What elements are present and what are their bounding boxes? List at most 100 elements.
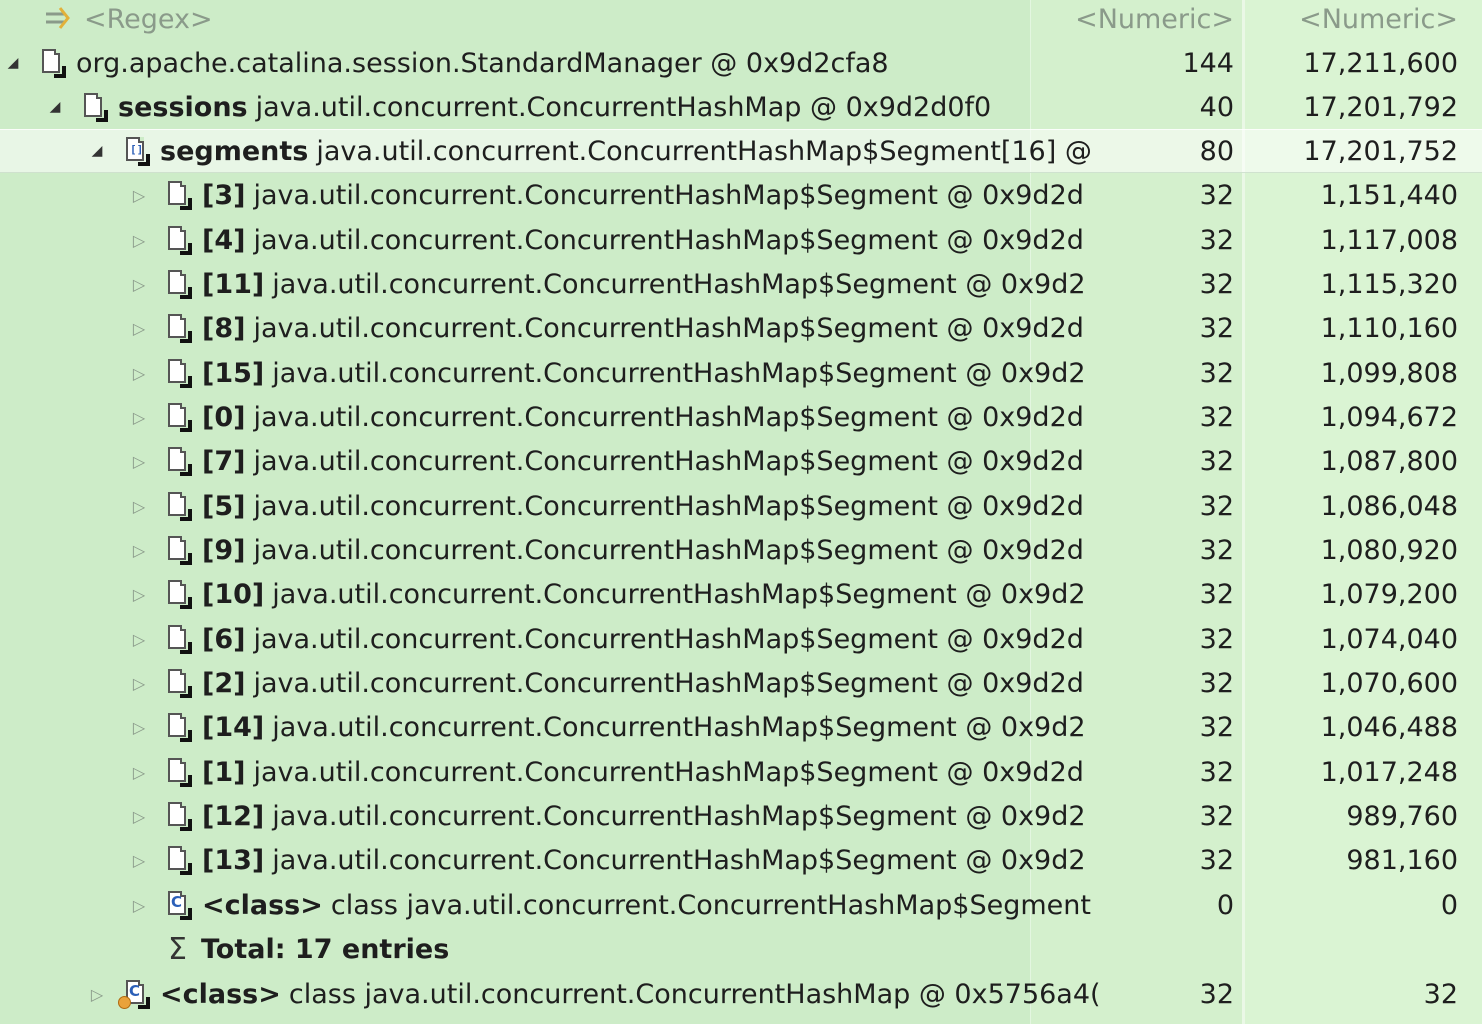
object-doc-icon (82, 92, 108, 122)
name-filter-cell[interactable]: <Regex> (0, 0, 1070, 41)
shallow-heap: 32 (1199, 844, 1234, 876)
retained-heap: 1,117,008 (1320, 224, 1458, 256)
retained-heap: 1,080,920 (1320, 534, 1458, 566)
expand-toggle[interactable]: ▷ (128, 406, 150, 428)
tree-row[interactable]: ▷ C <class> class java.util.concurrent.C… (0, 972, 1482, 1016)
tree-row[interactable]: ▷ [7] java.util.concurrent.ConcurrentHas… (0, 439, 1482, 483)
tree-row[interactable]: ◢ sessions java.util.concurrent.Concurre… (0, 85, 1482, 129)
shallow-heap: 32 (1199, 490, 1234, 522)
shallow-heap: 0 (1216, 889, 1234, 921)
expand-toggle[interactable]: ▷ (86, 983, 108, 1005)
array-index: [7] (202, 445, 246, 477)
array-index: [2] (202, 667, 246, 699)
expand-toggle[interactable]: ▷ (128, 761, 150, 783)
object-doc-icon (166, 180, 192, 210)
tree-row[interactable]: ▷ [3] java.util.concurrent.ConcurrentHas… (0, 173, 1482, 217)
tree-row[interactable]: ▷ [0] java.util.concurrent.ConcurrentHas… (0, 395, 1482, 439)
tree-row[interactable]: ▷ [14] java.util.concurrent.ConcurrentHa… (0, 705, 1482, 749)
row-label: class java.util.concurrent.ConcurrentHas… (288, 978, 1101, 1010)
object-doc-icon (166, 535, 192, 565)
retained-heap: 1,074,040 (1320, 623, 1458, 655)
expand-toggle[interactable]: ▷ (128, 894, 150, 916)
tree-row[interactable]: ▷ [12] java.util.concurrent.ConcurrentHa… (0, 794, 1482, 838)
tree-row[interactable]: ▷ C <class> class java.util.concurrent.C… (0, 883, 1482, 927)
expand-toggle[interactable]: ▷ (128, 273, 150, 295)
retained-heap: 1,110,160 (1320, 312, 1458, 344)
row-label: java.util.concurrent.ConcurrentHashMap$S… (272, 357, 1086, 389)
tree-row[interactable]: ▷ [13] java.util.concurrent.ConcurrentHa… (0, 838, 1482, 882)
expand-toggle[interactable]: ▷ (128, 805, 150, 827)
array-index: [6] (202, 623, 246, 655)
collapse-toggle[interactable]: ◢ (44, 96, 66, 118)
retained-heap: 32 (1423, 978, 1458, 1010)
expand-toggle[interactable]: ▷ (128, 583, 150, 605)
row-label: java.util.concurrent.ConcurrentHashMap$S… (253, 401, 1084, 433)
array-index: [0] (202, 401, 246, 433)
expand-toggle[interactable]: ▷ (128, 450, 150, 472)
collapse-toggle[interactable]: ◢ (2, 52, 24, 74)
shallow-heap: 32 (1199, 711, 1234, 743)
array-index: [8] (202, 312, 246, 344)
row-label: java.util.concurrent.ConcurrentHashMap$S… (253, 445, 1084, 477)
retained-heap: 1,151,440 (1320, 179, 1458, 211)
retained-filter-input[interactable]: <Numeric> (1242, 0, 1458, 41)
expand-toggle[interactable]: ▷ (128, 672, 150, 694)
name-filter-input[interactable]: <Regex> (84, 4, 213, 35)
array-index: [5] (202, 490, 246, 522)
expand-toggle[interactable]: ▷ (128, 849, 150, 871)
tree-row[interactable]: ▷ [9] java.util.concurrent.ConcurrentHas… (0, 528, 1482, 572)
object-doc-icon (166, 358, 192, 388)
expand-toggle[interactable]: ▷ (128, 317, 150, 339)
expand-toggle[interactable]: ▷ (128, 362, 150, 384)
expand-toggle[interactable]: ▷ (128, 229, 150, 251)
tree-row[interactable]: ▷ [1] java.util.concurrent.ConcurrentHas… (0, 750, 1482, 794)
array-index: [10] (202, 578, 265, 610)
retained-heap: 17,201,752 (1303, 135, 1458, 167)
class-doc-icon: C (118, 979, 150, 1009)
array-index: [15] (202, 357, 265, 389)
retained-heap: 17,211,600 (1303, 47, 1458, 79)
tree-row[interactable]: ◢ org.apache.catalina.session.StandardMa… (0, 41, 1482, 85)
shallow-filter-input[interactable]: <Numeric> (1030, 0, 1234, 41)
expand-toggle[interactable]: ▷ (128, 184, 150, 206)
retained-heap: 1,094,672 (1320, 401, 1458, 433)
row-label: java.util.concurrent.ConcurrentHashMap$S… (316, 135, 1092, 167)
retained-heap: 0 (1440, 889, 1458, 921)
row-label: java.util.concurrent.ConcurrentHashMap$S… (253, 623, 1084, 655)
retained-heap: 981,160 (1346, 844, 1458, 876)
retained-heap: 989,760 (1346, 800, 1458, 832)
object-doc-icon (166, 624, 192, 654)
tree-row-selected[interactable]: ◢ [] segments java.util.concurrent.Concu… (0, 129, 1482, 173)
tree-row[interactable]: ▷ [4] java.util.concurrent.ConcurrentHas… (0, 218, 1482, 262)
row-label: org.apache.catalina.session.StandardMana… (76, 47, 889, 79)
object-doc-icon (166, 313, 192, 343)
shallow-heap: 32 (1199, 268, 1234, 300)
tree-row[interactable]: ▷ [15] java.util.concurrent.ConcurrentHa… (0, 351, 1482, 395)
object-doc-icon (166, 402, 192, 432)
shallow-heap: 32 (1199, 667, 1234, 699)
tree-row[interactable]: ▷ [6] java.util.concurrent.ConcurrentHas… (0, 617, 1482, 661)
tree-row[interactable]: ▷ [11] java.util.concurrent.ConcurrentHa… (0, 262, 1482, 306)
expand-toggle[interactable]: ▷ (128, 495, 150, 517)
shallow-heap: 32 (1199, 179, 1234, 211)
shallow-heap: 144 (1182, 47, 1234, 79)
shallow-heap: 32 (1199, 357, 1234, 389)
tree-row[interactable]: ▷ [2] java.util.concurrent.ConcurrentHas… (0, 661, 1482, 705)
tree-row[interactable]: ▷ [10] java.util.concurrent.ConcurrentHa… (0, 572, 1482, 616)
filter-row: <Regex> <Numeric> <Numeric> (0, 0, 1482, 41)
tree-row[interactable]: ▷ [5] java.util.concurrent.ConcurrentHas… (0, 484, 1482, 528)
tree-row[interactable]: ▷ [8] java.util.concurrent.ConcurrentHas… (0, 306, 1482, 350)
object-doc-icon (166, 446, 192, 476)
shallow-heap: 32 (1199, 534, 1234, 566)
array-index: [12] (202, 800, 265, 832)
collapse-toggle[interactable]: ◢ (86, 140, 108, 162)
expand-toggle[interactable]: ▷ (128, 539, 150, 561)
object-doc-icon (166, 668, 192, 698)
object-doc-icon (40, 48, 66, 78)
array-index: [9] (202, 534, 246, 566)
array-index: [11] (202, 268, 265, 300)
expand-toggle[interactable]: ▷ (128, 628, 150, 650)
row-label: java.util.concurrent.ConcurrentHashMap$S… (253, 179, 1084, 211)
shallow-heap: 80 (1199, 135, 1234, 167)
expand-toggle[interactable]: ▷ (128, 716, 150, 738)
